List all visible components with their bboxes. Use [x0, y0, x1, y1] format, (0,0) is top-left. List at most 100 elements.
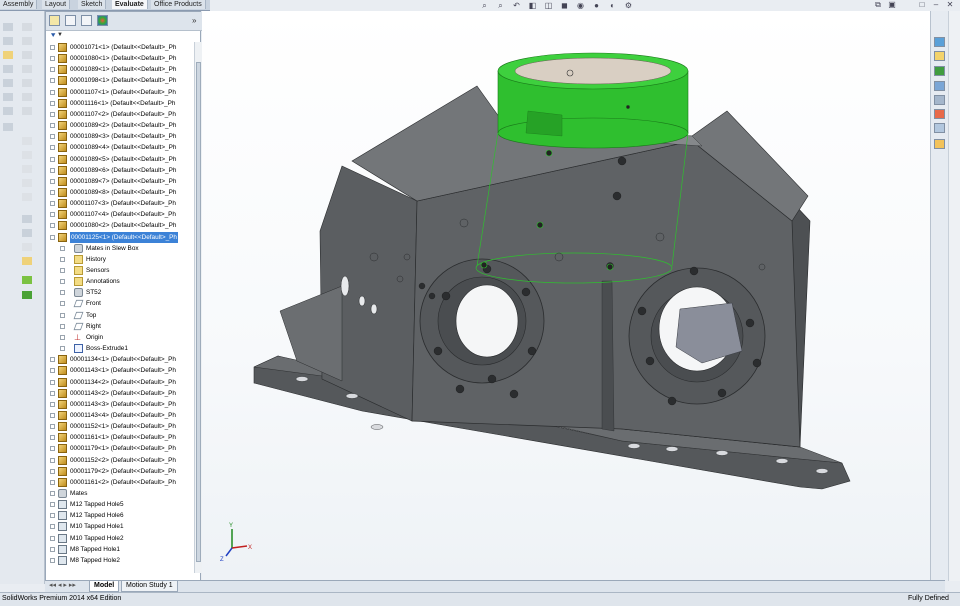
tree-item-component[interactable]: 00001098<1> (Default<<Default>_Ph	[46, 75, 196, 86]
tree-item-folder[interactable]: Annotations	[46, 276, 196, 287]
tool-icon[interactable]	[3, 93, 13, 101]
tree-item-folder[interactable]: Sensors	[46, 265, 196, 276]
filter-dropdown-icon[interactable]: ▼	[57, 32, 63, 38]
tab-office-products[interactable]: Office Products	[151, 0, 206, 9]
solidworks-forum-icon[interactable]	[934, 139, 945, 149]
tool-icon[interactable]	[3, 65, 13, 73]
appearances-icon[interactable]	[934, 109, 945, 119]
tree-item-component[interactable]: 00001080<1> (Default<<Default>_Ph	[46, 53, 196, 64]
tool-icon[interactable]	[3, 123, 13, 131]
expand-node-icon[interactable]	[50, 557, 55, 563]
smart-mates-icon[interactable]	[22, 276, 32, 284]
collapse-node-icon[interactable]	[50, 234, 55, 240]
tree-item-plane[interactable]: Front	[46, 298, 196, 309]
expand-node-icon[interactable]	[50, 435, 55, 441]
expand-node-icon[interactable]	[50, 401, 55, 407]
tab-sketch[interactable]: Sketch	[78, 0, 107, 9]
tool-icon[interactable]	[22, 107, 32, 115]
expand-node-icon[interactable]	[50, 134, 55, 140]
tree-item-sketch[interactable]: Boss-Extrude1	[46, 343, 196, 354]
expand-node-icon[interactable]	[50, 468, 55, 474]
expand-node-icon[interactable]	[50, 491, 55, 496]
view-settings-icon[interactable]: ⚙	[624, 1, 633, 10]
expand-node-icon[interactable]	[50, 502, 55, 508]
model-view[interactable]: Y X Z	[202, 11, 930, 581]
tool-icon[interactable]	[22, 151, 32, 159]
tree-item-component[interactable]: 00001152<2> (Default<<Default>_Ph	[46, 455, 196, 466]
tree-item-component[interactable]: 00001143<2> (Default<<Default>_Ph	[46, 388, 196, 399]
tool-icon[interactable]	[22, 215, 32, 223]
expand-node-icon[interactable]	[50, 56, 55, 62]
tool-icon[interactable]	[22, 51, 32, 59]
close-icon[interactable]: ✕	[946, 1, 954, 9]
expand-node-icon[interactable]	[50, 524, 55, 530]
tool-icon[interactable]	[3, 51, 13, 59]
expand-node-icon[interactable]	[50, 212, 55, 218]
expand-node-icon[interactable]	[50, 357, 55, 363]
expand-node-icon[interactable]	[50, 178, 55, 184]
design-library-icon[interactable]	[934, 51, 945, 61]
tool-icon[interactable]	[3, 23, 13, 31]
tree-item-component[interactable]: 00001161<2> (Default<<Default>_Ph	[46, 477, 196, 488]
restore-icon[interactable]: ⧉	[874, 1, 882, 9]
zoom-area-icon[interactable]: ⌕	[496, 1, 505, 10]
tool-icon[interactable]	[3, 37, 13, 45]
tree-item-component[interactable]: 00001089<5> (Default<<Default>_Ph	[46, 154, 196, 165]
tool-icon[interactable]	[22, 165, 32, 173]
tree-scrollbar[interactable]	[194, 42, 202, 573]
appearance-tab[interactable]	[97, 15, 108, 26]
configurationmanager-tab[interactable]	[81, 15, 92, 26]
tree-item-component[interactable]: 00001152<1> (Default<<Default>_Ph	[46, 421, 196, 432]
expand-node-icon[interactable]	[50, 111, 55, 117]
expand-node-icon[interactable]	[50, 45, 55, 50]
zoom-to-fit-icon[interactable]: ⌕	[480, 1, 489, 10]
minimize-icon[interactable]: –	[932, 1, 940, 9]
maximize-icon[interactable]: □	[918, 1, 926, 9]
tab-motion-study-1[interactable]: Motion Study 1	[121, 581, 178, 592]
tree-scrollbar-thumb[interactable]	[196, 62, 201, 562]
tree-item-component[interactable]: 00001089<6> (Default<<Default>_Ph	[46, 165, 196, 176]
expand-node-icon[interactable]	[60, 323, 65, 329]
tree-item-component[interactable]: 00001134<2> (Default<<Default>_Ph	[46, 377, 196, 388]
expand-node-icon[interactable]	[50, 457, 55, 463]
tree-item-plane[interactable]: Top	[46, 310, 196, 321]
tree-item-component[interactable]: 00001107<3> (Default<<Default>_Ph	[46, 198, 196, 209]
expand-node-icon[interactable]	[50, 67, 55, 73]
previous-view-icon[interactable]: ↶	[512, 1, 521, 10]
tool-icon[interactable]	[22, 93, 32, 101]
tree-item-hole[interactable]: M12 Tapped Hole5	[46, 499, 196, 510]
expand-node-icon[interactable]	[50, 368, 55, 374]
file-explorer-icon[interactable]	[934, 66, 945, 76]
tab-layout[interactable]: Layout	[42, 0, 71, 9]
tree-item-component[interactable]: 00001161<1> (Default<<Default>_Ph	[46, 432, 196, 443]
tree-item-component[interactable]: 00001143<4> (Default<<Default>_Ph	[46, 410, 196, 421]
expand-node-icon[interactable]	[50, 446, 55, 452]
expand-node-icon[interactable]	[50, 100, 55, 106]
tool-icon[interactable]	[3, 79, 13, 87]
tree-item-component[interactable]: 00001089<1> (Default<<Default>_Ph	[46, 64, 196, 75]
tree-item-component[interactable]: 00001071<1> (Default<<Default>_Ph	[46, 42, 196, 53]
expand-node-icon[interactable]	[50, 513, 55, 519]
tab-model[interactable]: Model	[89, 581, 120, 592]
tool-icon[interactable]	[22, 137, 32, 145]
expand-node-icon[interactable]	[60, 346, 65, 352]
filter-icon[interactable]: ⯆	[50, 31, 56, 41]
tool-icon[interactable]	[22, 65, 32, 73]
expand-node-icon[interactable]	[50, 390, 55, 396]
tree-item-hole[interactable]: M10 Tapped Hole1	[46, 521, 196, 532]
section-view-icon[interactable]: ◧	[528, 1, 537, 10]
tree-item-component[interactable]: 00001089<7> (Default<<Default>_Ph	[46, 176, 196, 187]
resources-icon[interactable]	[934, 37, 945, 47]
tree-item-component[interactable]: 00001089<8> (Default<<Default>_Ph	[46, 187, 196, 198]
expand-node-icon[interactable]	[60, 279, 65, 285]
tab-assembly[interactable]: Assembly	[0, 0, 38, 9]
right-scrollbar[interactable]	[948, 11, 960, 581]
tree-item-component[interactable]: 00001125<1> (Default<<Default>_Ph	[46, 231, 196, 243]
tool-icon[interactable]	[22, 23, 32, 31]
tree-item-component[interactable]: 00001116<1> (Default<<Default>_Ph	[46, 98, 196, 109]
collapse-icon[interactable]: »	[192, 16, 196, 25]
tree-item-hole[interactable]: M12 Tapped Hole6	[46, 510, 196, 521]
edit-appearance-icon[interactable]: ●	[592, 1, 601, 10]
expand-node-icon[interactable]	[50, 223, 55, 229]
expand-node-icon[interactable]	[50, 479, 55, 485]
